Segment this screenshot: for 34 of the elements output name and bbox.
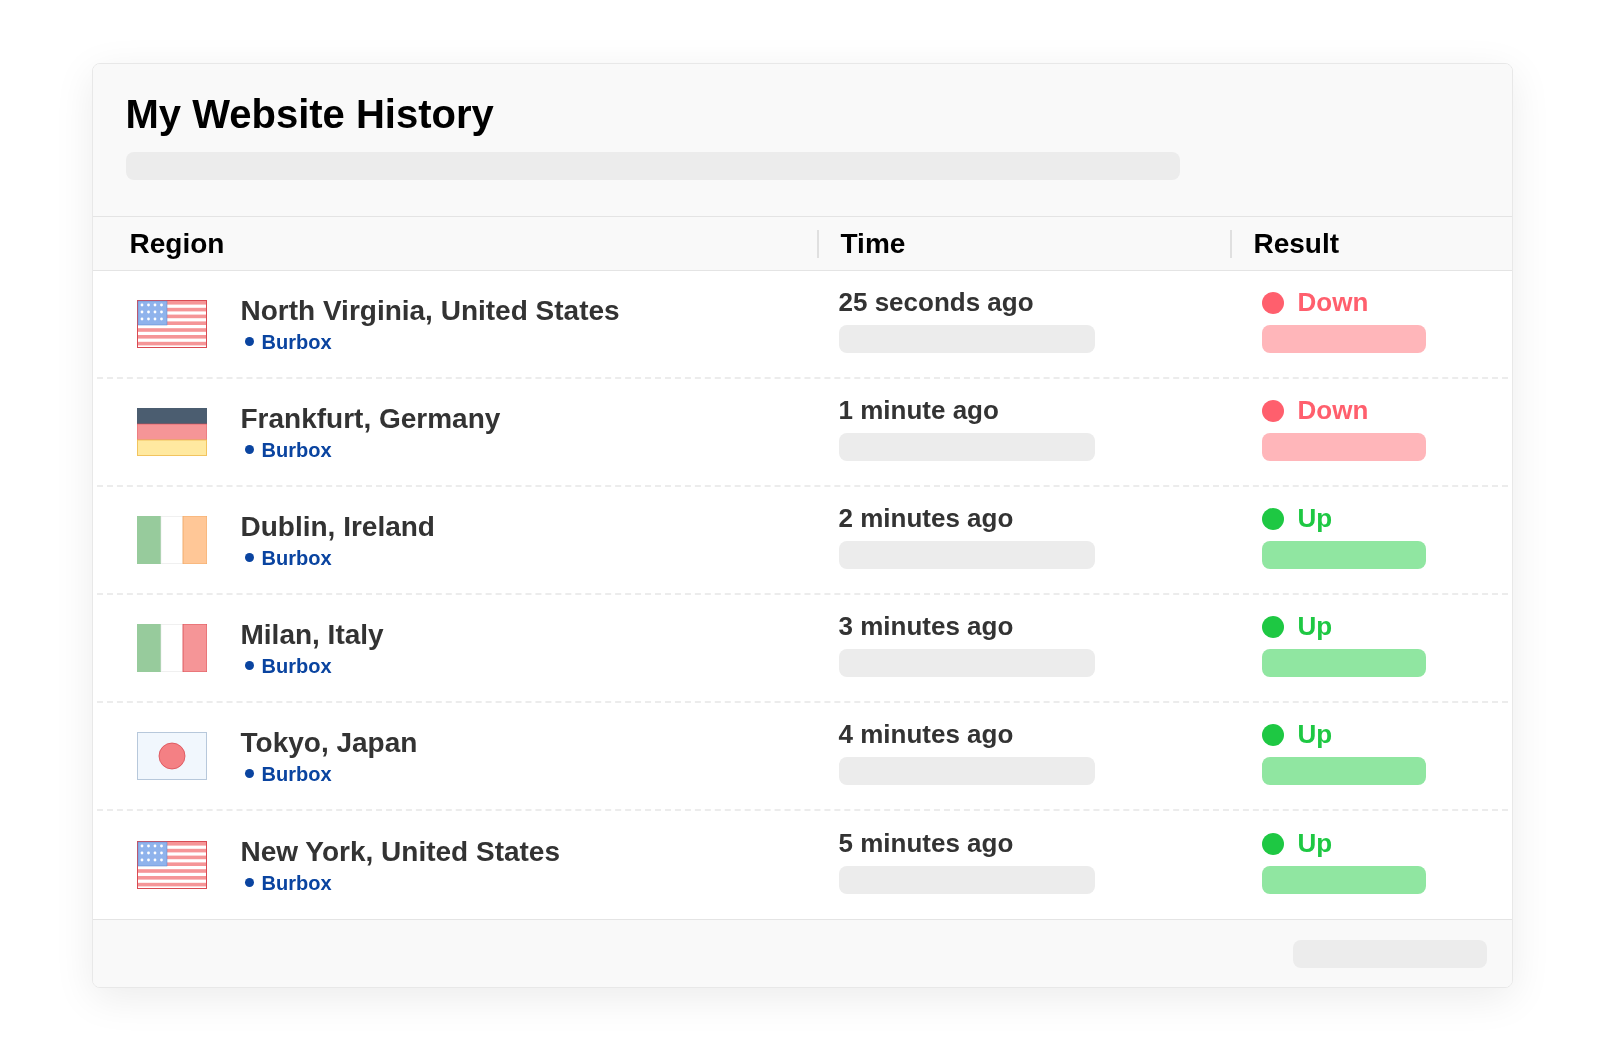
status-text: Up bbox=[1297, 719, 1333, 751]
provider-name: Burbox bbox=[261, 545, 332, 570]
region-name: New York, United States bbox=[240, 835, 560, 869]
bullet-icon bbox=[244, 661, 254, 671]
time-text: 4 minutes ago bbox=[838, 719, 1015, 751]
status-text: Down bbox=[1297, 395, 1369, 427]
page-title: My Website History bbox=[125, 91, 495, 138]
column-header: Region bbox=[129, 226, 225, 261]
provider-name: Burbox bbox=[261, 329, 332, 354]
provider-name: Burbox bbox=[261, 437, 332, 462]
bullet-icon bbox=[244, 769, 254, 779]
time-text: 25 seconds ago bbox=[838, 287, 1035, 319]
bullet-icon bbox=[244, 553, 254, 563]
status-text: Up bbox=[1297, 828, 1333, 860]
bullet-icon bbox=[244, 445, 254, 455]
provider-name: Burbox bbox=[261, 870, 332, 895]
status-text: Up bbox=[1297, 611, 1333, 643]
time-text: 3 minutes ago bbox=[838, 611, 1015, 643]
region-name: Frankfurt, Germany bbox=[240, 402, 501, 436]
region-name: Dublin, Ireland bbox=[240, 510, 435, 544]
region-name: Milan, Italy bbox=[240, 618, 384, 652]
bullet-icon bbox=[244, 337, 254, 347]
status-text: Down bbox=[1297, 287, 1369, 319]
provider-name: Burbox bbox=[261, 653, 332, 678]
column-header: Time bbox=[840, 226, 906, 261]
time-text: 5 minutes ago bbox=[838, 828, 1015, 860]
provider-name: Burbox bbox=[261, 761, 332, 786]
status-text: Up bbox=[1297, 503, 1333, 535]
column-header: Result bbox=[1253, 226, 1340, 261]
region-name: North Virginia, United States bbox=[240, 294, 620, 328]
time-text: 2 minutes ago bbox=[838, 503, 1015, 535]
bullet-icon bbox=[244, 878, 254, 888]
region-name: Tokyo, Japan bbox=[240, 726, 418, 760]
time-text: 1 minute ago bbox=[838, 395, 1000, 427]
